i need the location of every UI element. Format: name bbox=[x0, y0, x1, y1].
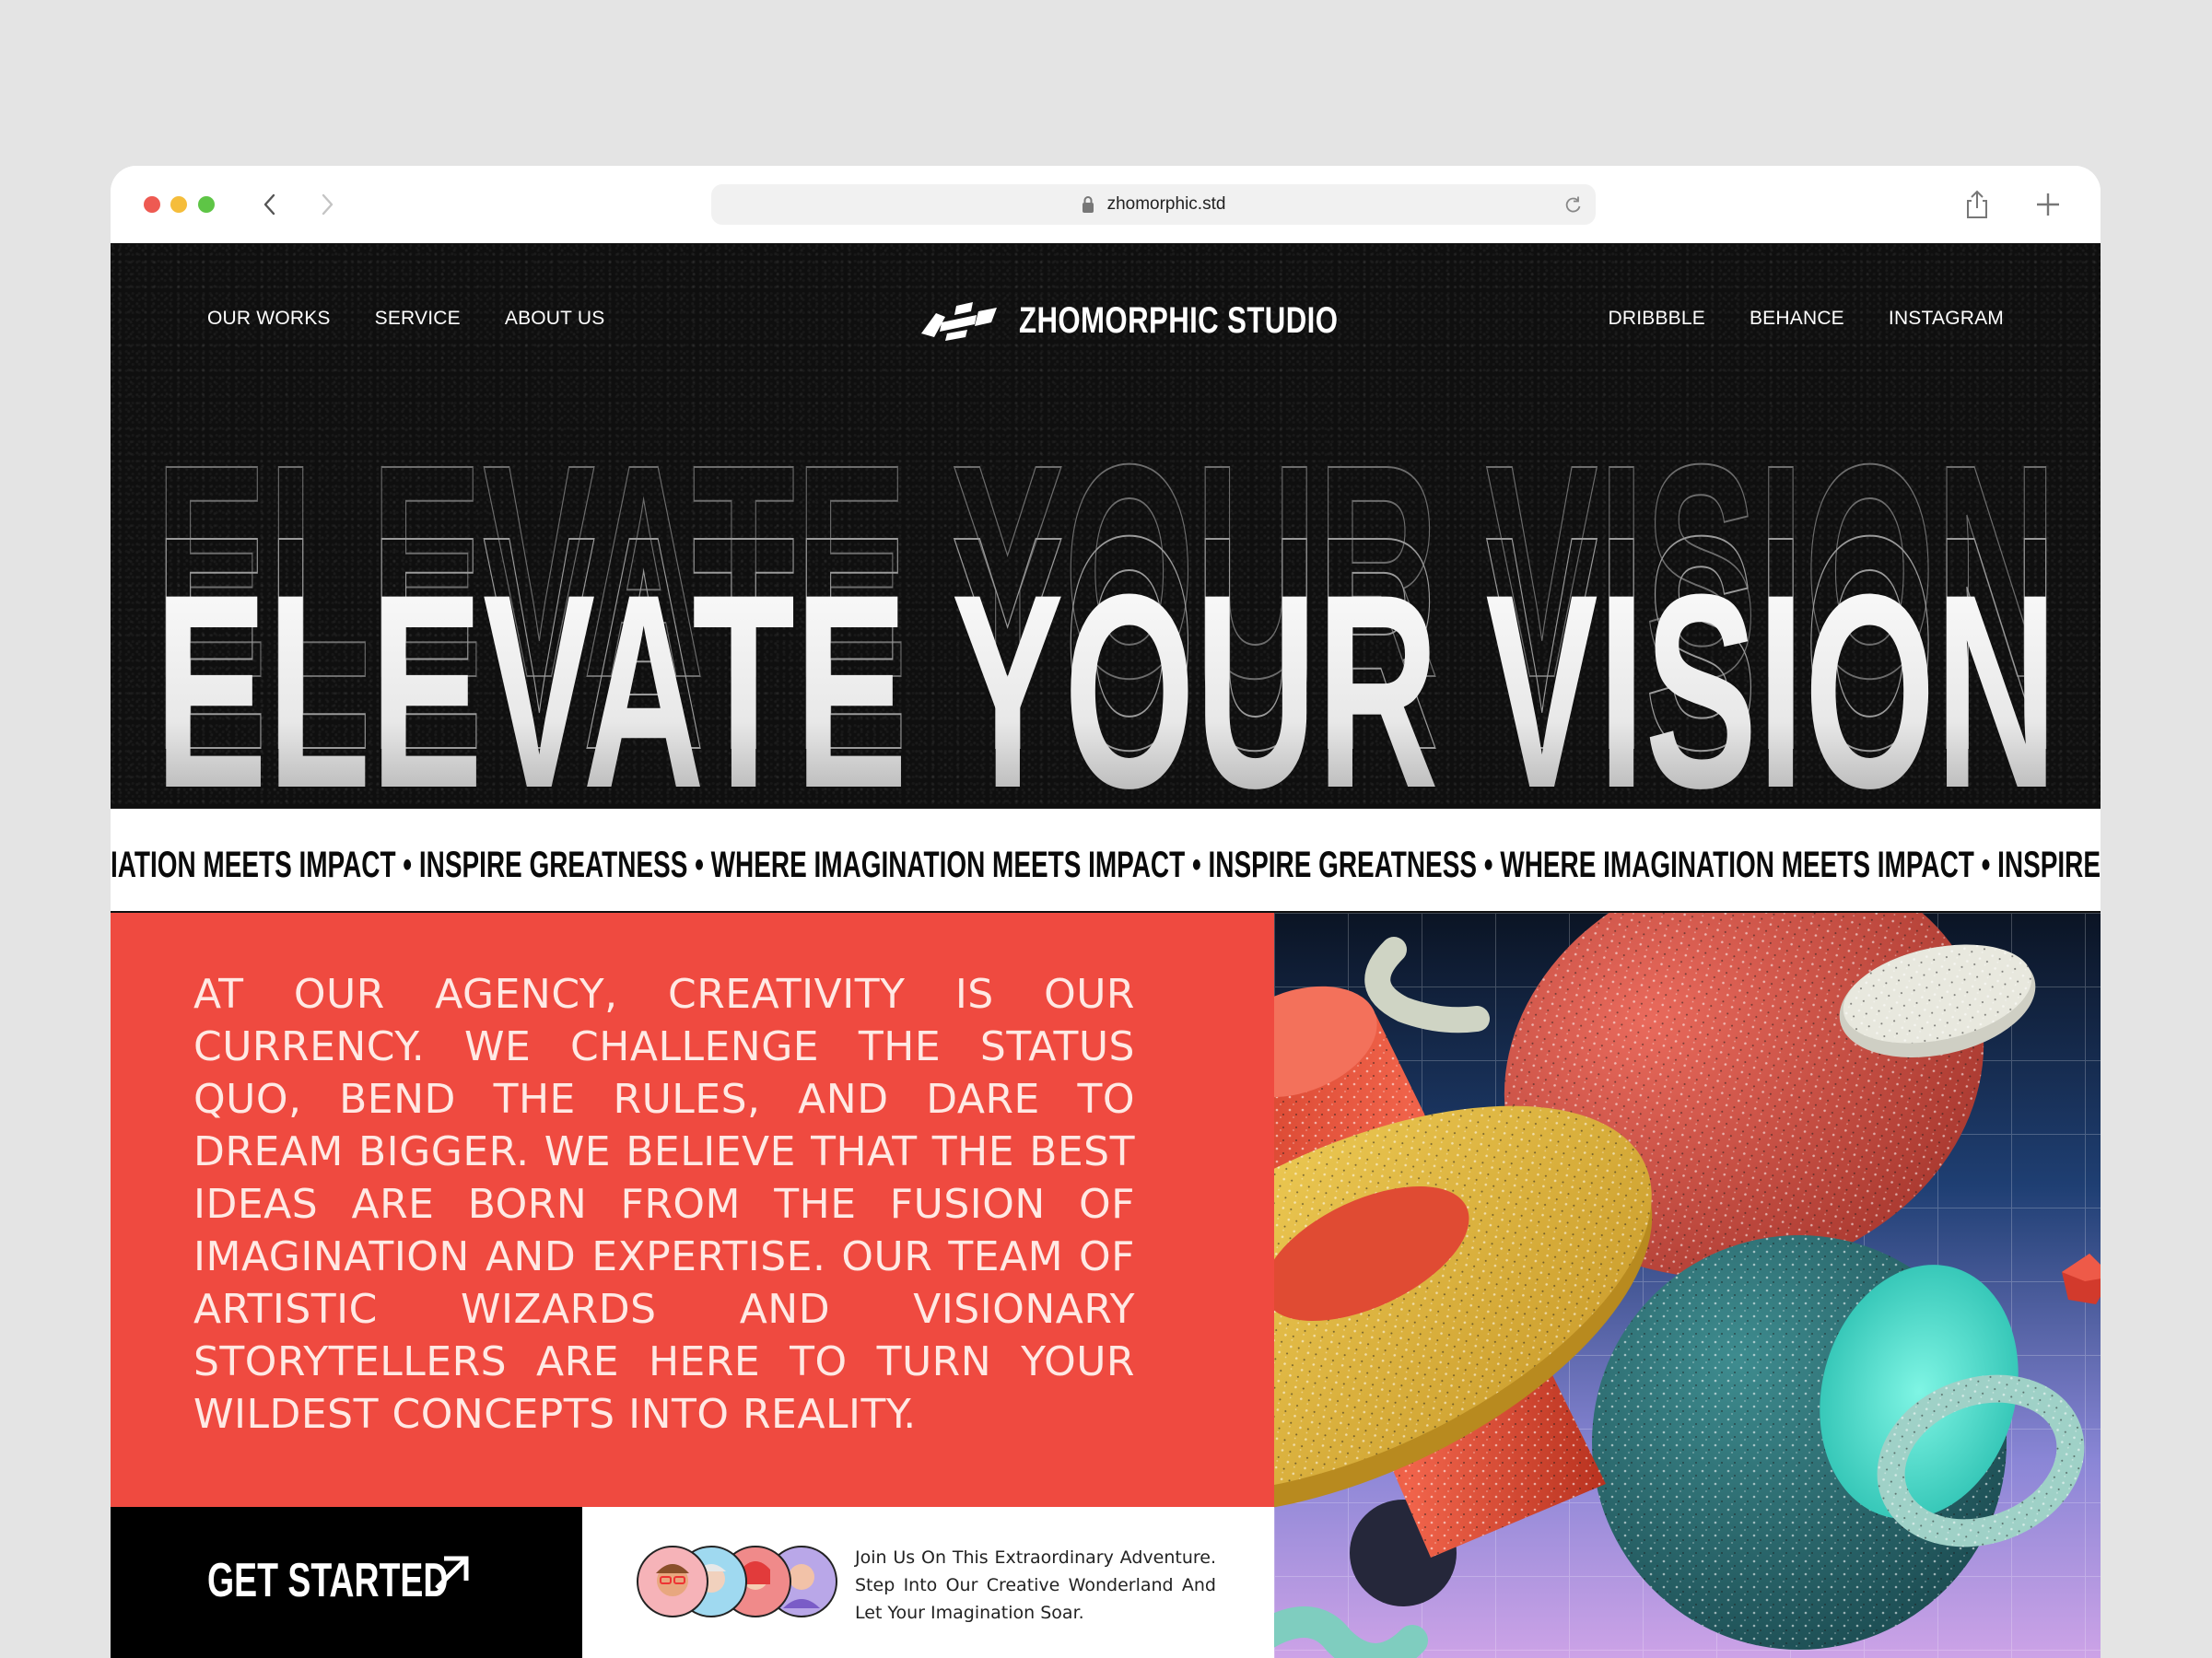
marquee-banner: IATION MEETS IMPACT • INSPIRE GREATNESS … bbox=[111, 807, 2101, 913]
nav-dribbble[interactable]: DRIBBBLE bbox=[1608, 308, 1704, 330]
get-started-button[interactable]: GET STARTED bbox=[111, 1507, 582, 1658]
minimize-window-button[interactable] bbox=[170, 196, 187, 213]
forward-button[interactable] bbox=[310, 186, 344, 223]
primary-nav: OUR WORKS SERVICE ABOUT US bbox=[207, 308, 604, 330]
share-icon[interactable] bbox=[1962, 188, 1992, 221]
hero-3d-artwork bbox=[1274, 913, 2101, 1658]
close-window-button[interactable] bbox=[144, 196, 160, 213]
hero-section: ELEVATE YOUR VISION ELEVATE YOUR VISION … bbox=[111, 243, 2101, 807]
arrow-up-right-icon bbox=[435, 1556, 469, 1590]
join-text: Join Us On This Extraordinary Adventure.… bbox=[855, 1547, 1216, 1623]
maximize-window-button[interactable] bbox=[198, 196, 215, 213]
brand-logo[interactable]: ZHOMORPHIC STUDIO bbox=[919, 295, 1428, 346]
avatar bbox=[637, 1546, 708, 1617]
about-panel: AT OUR AGENCY, CREATIVITY IS OUR CURRENC… bbox=[111, 913, 1274, 1507]
avatar-group bbox=[637, 1546, 837, 1617]
new-tab-icon[interactable] bbox=[2033, 188, 2063, 221]
nav-about-us[interactable]: ABOUT US bbox=[505, 308, 605, 330]
chevron-left-icon bbox=[263, 193, 275, 216]
nav-behance[interactable]: BEHANCE bbox=[1750, 308, 1844, 330]
nav-instagram[interactable]: INSTAGRAM bbox=[1889, 308, 2004, 330]
abstract-shapes-illustration bbox=[1274, 913, 2101, 1658]
marquee-track: IATION MEETS IMPACT • INSPIRE GREATNESS … bbox=[111, 845, 2101, 885]
reload-icon[interactable] bbox=[1564, 195, 1583, 214]
browser-window: zhomorphic.std ELEVATE YOUR VISION ELEVA… bbox=[111, 166, 2101, 1658]
mission-statement: AT OUR AGENCY, CREATIVITY IS OUR CURRENC… bbox=[193, 971, 1135, 1438]
marquee-text: IATION MEETS IMPACT • INSPIRE GREATNESS … bbox=[111, 845, 2101, 885]
join-panel: Join Us On This Extraordinary Adventure.… bbox=[582, 1507, 1274, 1658]
back-button[interactable] bbox=[253, 186, 287, 223]
browser-toolbar: zhomorphic.std bbox=[111, 166, 2101, 243]
social-nav: DRIBBBLE BEHANCE INSTAGRAM bbox=[1608, 308, 2004, 330]
nav-our-works[interactable]: OUR WORKS bbox=[207, 308, 331, 330]
address-bar[interactable]: zhomorphic.std bbox=[711, 184, 1596, 225]
chevron-right-icon bbox=[322, 193, 334, 216]
nav-service[interactable]: SERVICE bbox=[375, 308, 461, 330]
get-started-label: GET STARTED bbox=[207, 1554, 449, 1607]
brand-name: ZHOMORPHIC STUDIO bbox=[1019, 299, 1339, 341]
url-text: zhomorphic.std bbox=[1106, 194, 1226, 214]
logo-mark-icon bbox=[921, 302, 997, 341]
lock-icon bbox=[1082, 196, 1094, 213]
